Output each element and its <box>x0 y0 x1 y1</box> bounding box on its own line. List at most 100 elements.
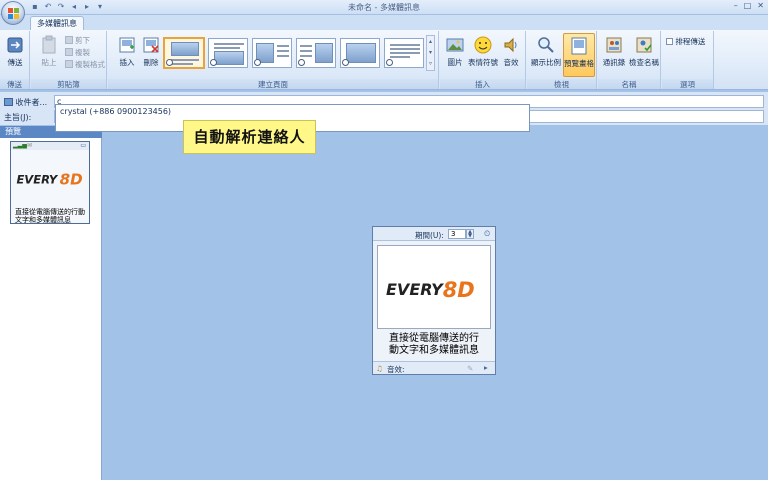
group-clipboard: 貼上 剪下 複製 複製格式 剪貼簿 <box>31 31 107 89</box>
slide-thumbnail[interactable]: ▂▃▅ ✉ ▭ EVERY 8D 直接從電腦傳送的行動文字和多媒體訊息 <box>10 141 90 224</box>
autocomplete-suggestion[interactable]: crystal (+886 0900123456) <box>60 107 525 116</box>
copy-label: 複製 <box>75 48 90 57</box>
zoom-button[interactable]: 顯示比例 <box>529 33 563 77</box>
layout-option-2[interactable] <box>208 38 248 68</box>
svg-text:EVERY: EVERY <box>16 172 58 186</box>
to-button[interactable]: 收件者... <box>4 97 47 108</box>
slide-text-line-2: 動文字和多媒體訊息 <box>389 345 479 356</box>
schedule-send-checkbox[interactable]: 排程傳送 <box>666 36 705 47</box>
maximize-button[interactable]: □ <box>744 1 752 10</box>
preview-frames-button[interactable]: 預覽畫格 <box>563 33 595 77</box>
cut-label: 剪下 <box>75 36 90 45</box>
group-options-label: 選項 <box>662 79 713 89</box>
emoticon-button[interactable]: 表情符號 <box>467 33 499 77</box>
layout-option-6[interactable] <box>384 38 424 68</box>
thumbnail-text: 直接從電腦傳送的行動文字和多媒體訊息 <box>15 208 85 224</box>
mail-icon: ✉ <box>27 142 33 149</box>
slide-toolbar: 期間(U): 3 ▲ ▼ ⏲ <box>373 227 495 241</box>
ribbon: 傳送 傳送 貼上 剪下 複製 複製格式 剪貼簿 插入 刪除 ▴ ▾ ▿ 建立頁面… <box>0 30 768 90</box>
sound-note-icon: ♫ <box>376 364 383 373</box>
paste-icon <box>39 35 59 55</box>
subject-label: 主旨(J): <box>4 113 32 122</box>
format-painter-label: 複製格式 <box>75 60 105 69</box>
slide-text[interactable]: 直接從電腦傳送的行 動文字和多媒體訊息 <box>373 333 495 357</box>
group-insert-label: 插入 <box>440 79 525 89</box>
battery-icon: ▭ <box>80 142 86 149</box>
group-names-label: 名稱 <box>598 79 660 89</box>
format-painter-icon <box>65 60 73 68</box>
group-send-label: 傳送 <box>0 79 29 89</box>
title-bar: ▪ ↶ ↷ ◂ ▸ ▾ 未命名 - 多媒體訊息 – □ ✕ <box>0 0 768 15</box>
clock-icon <box>254 59 261 66</box>
contacts-button[interactable]: 通訊錄 <box>599 33 629 77</box>
tab-multimedia-message[interactable]: 多媒體訊息 <box>30 16 84 30</box>
slide-text-line-1: 直接從電腦傳送的行 <box>389 333 479 344</box>
insert-page-icon <box>117 35 137 55</box>
clock-icon <box>166 59 173 66</box>
layout-gallery <box>163 34 433 76</box>
cut-button[interactable]: 剪下 <box>65 35 90 46</box>
sound-label: 音效 <box>503 58 519 67</box>
close-button[interactable]: ✕ <box>757 1 764 10</box>
layout-option-5[interactable] <box>340 38 380 68</box>
delete-page-icon <box>141 35 161 55</box>
check-names-icon <box>634 35 654 55</box>
check-names-button[interactable]: 檢查名稱 <box>628 33 660 77</box>
phone-status-bar: ▂▃▅ ✉ ▭ <box>11 142 89 150</box>
contacts-label: 通訊錄 <box>602 58 626 67</box>
every8d-logo-thumb: EVERY 8D <box>16 171 83 189</box>
svg-text:8D: 8D <box>60 171 83 189</box>
schedule-send-label: 排程傳送 <box>675 37 706 46</box>
duration-input[interactable]: 3 <box>448 229 466 239</box>
group-options: 排程傳送 選項 <box>662 31 714 89</box>
timer-icon[interactable]: ⏲ <box>484 229 494 239</box>
picture-button[interactable]: 圖片 <box>440 33 470 77</box>
svg-text:EVERY8D: EVERY8D <box>386 278 475 302</box>
window-title: 未命名 - 多媒體訊息 <box>348 3 420 12</box>
group-view: 顯示比例 預覽畫格 檢視 <box>527 31 597 89</box>
paste-button[interactable]: 貼上 <box>34 33 64 77</box>
every8d-logo: EVERY8D <box>386 278 475 302</box>
picture-icon <box>445 35 465 55</box>
zoom-label: 顯示比例 <box>531 58 561 67</box>
group-create-pages: 插入 刪除 ▴ ▾ ▿ 建立頁面 <box>108 31 439 89</box>
send-button-label: 傳送 <box>7 58 23 67</box>
clock-icon <box>210 59 217 66</box>
send-icon <box>5 35 25 55</box>
ribbon-tab-bar: 多媒體訊息 <box>0 15 768 30</box>
send-button[interactable]: 傳送 <box>0 33 30 77</box>
window-controls: – □ ✕ <box>734 1 764 10</box>
smiley-icon <box>473 35 493 55</box>
preview-frame-icon <box>569 36 589 56</box>
speaker-icon <box>501 35 521 55</box>
play-icon[interactable]: ▸ <box>484 363 488 372</box>
slide-editor: 期間(U): 3 ▲ ▼ ⏲ EVERY8D 直接從電腦傳送的行 動文字和多媒體訊… <box>372 226 496 375</box>
minimize-button[interactable]: – <box>734 1 738 10</box>
layout-gallery-scroll[interactable]: ▴ ▾ ▿ <box>426 35 435 71</box>
clock-icon <box>342 59 349 66</box>
layout-option-3[interactable] <box>252 38 292 68</box>
delete-page-button[interactable]: 刪除 <box>136 33 166 77</box>
office-button[interactable] <box>1 1 25 25</box>
layout-option-1[interactable] <box>163 37 205 69</box>
format-painter-button[interactable]: 複製格式 <box>65 59 105 70</box>
contact-card-icon <box>4 98 13 106</box>
slide-image[interactable]: EVERY8D <box>377 245 491 329</box>
sound-button[interactable]: 音效 <box>498 33 524 77</box>
group-view-label: 檢視 <box>527 79 596 89</box>
auto-resolve-callout: 自動解析連絡人 <box>183 120 316 154</box>
sound-label: 音效: <box>387 365 405 374</box>
to-label: 收件者... <box>15 98 48 107</box>
signal-icon: ▂▃▅ <box>13 142 27 149</box>
checkbox-icon <box>666 38 673 45</box>
cut-icon <box>65 36 73 44</box>
picture-label: 圖片 <box>447 58 463 67</box>
group-send: 傳送 傳送 <box>0 31 30 89</box>
layout-option-4[interactable] <box>296 38 336 68</box>
duration-spinner[interactable]: ▲ ▼ <box>466 229 474 239</box>
copy-button[interactable]: 複製 <box>65 47 90 58</box>
paste-button-label: 貼上 <box>41 58 57 67</box>
delete-page-label: 刪除 <box>143 58 159 67</box>
clock-icon <box>386 59 393 66</box>
remove-sound-icon[interactable]: ✎ <box>467 364 473 373</box>
